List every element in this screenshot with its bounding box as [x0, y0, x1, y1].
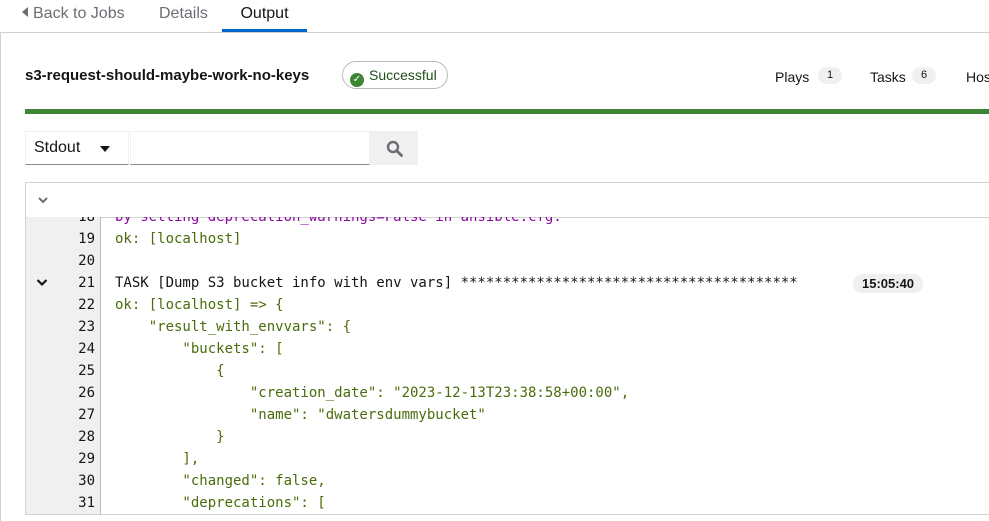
job-progress-bar	[25, 109, 989, 114]
line-number: 29	[78, 451, 95, 467]
output-line: 28 }	[26, 426, 989, 448]
output-lines: 18 by setting deprecation_warnings=False …	[26, 217, 989, 514]
line-number: 26	[78, 385, 95, 401]
line-number: 24	[78, 341, 95, 357]
output-line: 20	[26, 250, 989, 272]
output-line: 29 ],	[26, 448, 989, 470]
tab-bar: Back to Jobs Details Output	[0, 0, 989, 33]
output-line: 21 TASK [Dump S3 bucket info with env var…	[26, 272, 989, 294]
output-line: 18 by setting deprecation_warnings=False …	[26, 217, 989, 228]
stream-select[interactable]: Stdout	[25, 131, 129, 165]
stream-select-value: Stdout	[34, 139, 81, 156]
line-text: ok: [localhost]	[115, 231, 242, 247]
output-line: 31 "deprecations": [	[26, 492, 989, 514]
line-text: ok: [localhost] => {	[115, 297, 284, 313]
output-line: 19 ok: [localhost]	[26, 228, 989, 250]
stat-tasks-label: Tasks	[870, 69, 906, 85]
line-text: "name": "dwatersdummybucket"	[115, 407, 486, 423]
line-text: ],	[115, 451, 200, 467]
line-text: {	[115, 363, 225, 379]
output-line: 22 ok: [localhost] => {	[26, 294, 989, 316]
line-number: 30	[78, 473, 95, 489]
line-text: "result_with_envvars": {	[115, 319, 352, 335]
line-number: 18	[78, 217, 95, 225]
search-button[interactable]	[370, 131, 418, 165]
line-text: TASK [Dump S3 bucket info with env vars]…	[115, 275, 798, 291]
line-text: "changed": false,	[115, 473, 326, 489]
stat-plays-label: Plays	[775, 69, 810, 85]
content-border	[0, 33, 1, 521]
stat-tasks-count: 6	[912, 67, 937, 84]
output-line: 26 "creation_date": "2023-12-13T23:38:58…	[26, 382, 989, 404]
line-number: 28	[78, 429, 95, 445]
back-to-jobs-label: Back to Jobs	[33, 5, 125, 22]
stat-hosts-label: Hos	[966, 69, 989, 85]
line-number: 22	[78, 297, 95, 313]
stat-plays-count: 1	[818, 67, 843, 84]
chevron-down-icon[interactable]	[37, 196, 49, 204]
line-number: 20	[78, 253, 95, 269]
output-line: 25 {	[26, 360, 989, 382]
caret-left-icon	[22, 7, 28, 17]
line-number: 25	[78, 363, 95, 379]
chevron-down-icon[interactable]	[36, 278, 48, 287]
tab-output[interactable]: Output	[222, 0, 307, 32]
caret-down-icon	[100, 146, 110, 152]
timestamp-badge: 15:05:40	[853, 274, 924, 293]
line-text: by setting deprecation_warnings=False in…	[115, 217, 562, 225]
output-line: 27 "name": "dwatersdummybucket"	[26, 404, 989, 426]
line-text: "deprecations": [	[115, 495, 326, 511]
line-text: "buckets": [	[115, 341, 284, 357]
status-badge: ✓ Successful	[342, 61, 448, 89]
output-line: 24 "buckets": [	[26, 338, 989, 360]
line-number: 27	[78, 407, 95, 423]
search-input[interactable]	[130, 131, 370, 165]
line-text: }	[115, 429, 225, 445]
output-line: 23 "result_with_envvars": {	[26, 316, 989, 338]
output-line: 30 "changed": false,	[26, 470, 989, 492]
line-number: 21	[78, 275, 95, 291]
job-title: s3-request-should-maybe-work-no-keys	[25, 67, 310, 84]
line-number: 19	[78, 231, 95, 247]
tab-details[interactable]: Details	[159, 0, 208, 32]
back-to-jobs-link[interactable]: Back to Jobs	[22, 0, 125, 32]
line-text: "creation_date": "2023-12-13T23:38:58+00…	[115, 385, 630, 401]
job-output-panel: 18 by setting deprecation_warnings=False …	[25, 182, 989, 515]
collapse-all-bar	[26, 183, 989, 218]
status-label: Successful	[369, 67, 437, 83]
check-circle-icon: ✓	[350, 73, 364, 87]
search-icon	[386, 140, 403, 157]
line-number: 23	[78, 319, 95, 335]
line-number: 31	[78, 495, 95, 511]
